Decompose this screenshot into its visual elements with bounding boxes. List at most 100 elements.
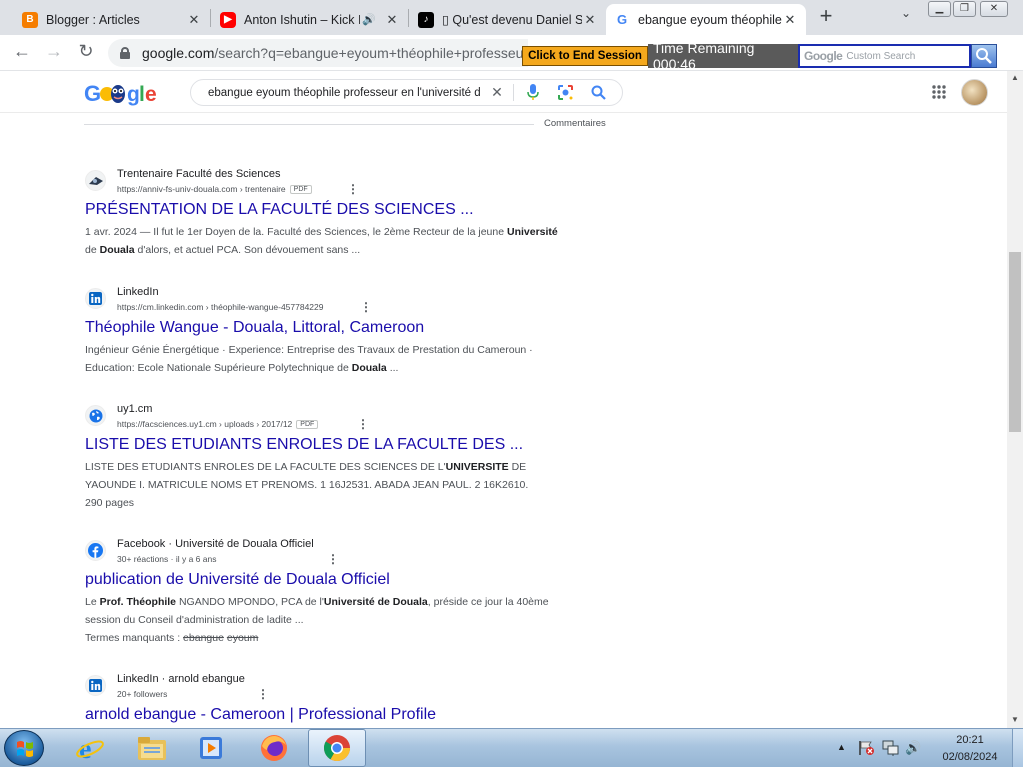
comments-link[interactable]: Commentaires xyxy=(544,118,606,129)
show-hidden-icons-arrow-icon[interactable]: ▲ xyxy=(837,742,846,752)
google-apps-icon[interactable] xyxy=(931,84,947,100)
custom-search-input[interactable]: Google Custom Search xyxy=(798,44,971,68)
reload-icon[interactable]: ↻ xyxy=(72,38,100,64)
pdf-badge: PDF xyxy=(296,420,319,429)
youtube-icon: ▶ xyxy=(220,11,236,28)
more-options-icon[interactable]: ⋮ xyxy=(327,553,339,565)
restore-button[interactable]: ❐ xyxy=(953,1,976,17)
custom-search-placeholder: Custom Search xyxy=(846,50,916,62)
scroll-up-arrow-icon[interactable]: ▲ xyxy=(1007,71,1023,85)
search-icon[interactable] xyxy=(590,84,607,101)
close-icon[interactable]: ✕ xyxy=(582,12,598,28)
result-site-name[interactable]: LinkedIn · arnold ebangue xyxy=(117,673,245,685)
faculty-logo-icon xyxy=(85,170,106,191)
address-bar[interactable]: google.com/search?q=ebangue+eyoum+théoph… xyxy=(108,39,528,67)
taskbar-media-player[interactable] xyxy=(186,730,238,765)
volume-icon[interactable]: 🔊 xyxy=(905,740,921,756)
result-url[interactable]: https://cm.linkedin.com › théophile-wang… xyxy=(117,302,324,312)
result-url-text: https://anniv-fs-univ-douala.com › trent… xyxy=(117,184,286,194)
result-snippet: Ingénieur Génie Énergétique · Experience… xyxy=(85,344,533,374)
result-meta-text: 30+ réactions · il y a 6 ans xyxy=(117,554,217,564)
linkedin-icon xyxy=(85,288,106,309)
pdf-badge: PDF xyxy=(289,185,312,194)
clock-time[interactable]: 20:21 xyxy=(950,734,990,746)
tab-title: ▯ Qu'est devenu Daniel S xyxy=(442,13,582,27)
tab-search-chevron-icon[interactable]: ⌄ xyxy=(895,6,917,28)
result-site-name[interactable]: uy1.cm xyxy=(117,403,152,415)
result-url-text: https://cm.linkedin.com › théophile-wang… xyxy=(117,302,324,312)
clear-search-icon[interactable]: ✕ xyxy=(489,84,505,100)
custom-search-logo: Google xyxy=(804,49,843,63)
tab-separator xyxy=(408,9,409,27)
network-icon[interactable] xyxy=(882,740,900,761)
google-icon: G xyxy=(614,11,630,28)
result-meta: 20+ followers xyxy=(117,689,167,699)
svg-text:l: l xyxy=(139,83,145,106)
start-button[interactable] xyxy=(4,730,44,766)
internet-explorer-icon: e xyxy=(76,734,104,763)
windows-logo-icon xyxy=(17,741,33,757)
custom-search-button[interactable] xyxy=(971,44,997,68)
result-title-link[interactable]: Théophile Wangue - Douala, Littoral, Cam… xyxy=(85,319,424,337)
result-title-link[interactable]: publication de Université de Douala Offi… xyxy=(85,571,390,589)
more-options-icon[interactable]: ⋮ xyxy=(257,688,269,700)
taskbar-chrome[interactable] xyxy=(311,730,363,765)
close-window-button[interactable]: ✕ xyxy=(980,1,1008,17)
google-lens-icon[interactable] xyxy=(557,84,574,101)
scrollbar-thumb[interactable] xyxy=(1009,252,1021,432)
divider-line xyxy=(84,124,534,125)
facebook-icon xyxy=(85,540,106,561)
result-site-name[interactable]: LinkedIn xyxy=(117,286,159,298)
result-meta: 30+ réactions · il y a 6 ans xyxy=(117,554,216,564)
result-snippet: 1 avr. 2024 — Il fut le 1er Doyen de la.… xyxy=(85,226,558,256)
firefox-icon xyxy=(261,734,287,761)
more-options-icon[interactable]: ⋮ xyxy=(357,418,369,430)
search-query-text[interactable]: ebangue eyoum théophile professeur en l'… xyxy=(208,87,483,99)
more-options-icon[interactable]: ⋮ xyxy=(360,301,372,313)
result-snippet: Le Prof. Théophile NGANDO MPONDO, PCA de… xyxy=(85,596,549,644)
close-icon[interactable]: ✕ xyxy=(782,12,798,28)
new-tab-button[interactable]: + xyxy=(812,5,840,29)
svg-text:g: g xyxy=(127,83,140,106)
result-url-text: https://facsciences.uy1.cm › uploads › 2… xyxy=(117,419,293,429)
result-snippet: LISTE DES ETUDIANTS ENROLES DE LA FACULT… xyxy=(85,461,529,509)
microphone-icon[interactable] xyxy=(526,84,540,101)
result-url[interactable]: https://anniv-fs-univ-douala.com › trent… xyxy=(117,184,312,194)
address-url[interactable]: google.com/search?q=ebangue+eyoum+théoph… xyxy=(142,45,528,61)
google-doodle-logo[interactable]: G g l e xyxy=(84,80,158,108)
lock-icon xyxy=(120,47,130,59)
tab-blogger[interactable]: B Blogger : Articles ✕ xyxy=(14,4,210,35)
result-site-name[interactable]: Trentenaire Faculté des Sciences xyxy=(117,168,280,180)
blogger-icon: B xyxy=(22,11,38,28)
tab-title: ebangue eyoum théophile xyxy=(638,12,782,27)
show-desktop-button[interactable] xyxy=(1012,729,1023,767)
result-url[interactable]: https://facsciences.uy1.cm › uploads › 2… xyxy=(117,419,319,429)
taskbar-ie[interactable]: e xyxy=(64,730,116,765)
result-title-link[interactable]: LISTE DES ETUDIANTS ENROLES DE LA FACULT… xyxy=(85,436,523,454)
search-divider xyxy=(513,84,514,101)
tab-youtube[interactable]: ▶ Anton Ishutin – Kick I 🔊 ✕ xyxy=(212,4,408,35)
result-title-link[interactable]: arnold ebangue - Cameroon | Professional… xyxy=(85,706,436,724)
globe-icon xyxy=(85,405,106,426)
account-avatar[interactable] xyxy=(961,79,988,106)
tab-tiktok[interactable]: ♪ ▯ Qu'est devenu Daniel S ✕ xyxy=(410,4,606,35)
speaker-icon[interactable]: 🔊 xyxy=(362,13,376,26)
svg-text:G: G xyxy=(84,81,101,106)
result-site-name[interactable]: Facebook · Université de Douala Officiel xyxy=(117,538,314,550)
taskbar-firefox[interactable] xyxy=(248,730,300,765)
taskbar-explorer[interactable] xyxy=(126,730,178,765)
end-session-button[interactable]: Click to End Session xyxy=(522,46,648,66)
url-path: /search?q=ebangue+eyoum+théophile+profes… xyxy=(214,45,528,61)
forward-arrow-icon[interactable]: → xyxy=(40,38,68,64)
scroll-down-arrow-icon[interactable]: ▼ xyxy=(1007,713,1023,727)
close-icon[interactable]: ✕ xyxy=(186,12,202,28)
action-center-flag-icon[interactable] xyxy=(858,740,876,761)
tiktok-icon: ♪ xyxy=(418,11,434,28)
clock-date[interactable]: 02/08/2024 xyxy=(936,751,1004,763)
more-options-icon[interactable]: ⋮ xyxy=(347,183,359,195)
close-icon[interactable]: ✕ xyxy=(384,12,400,28)
tab-google-search[interactable]: G ebangue eyoum théophile ✕ xyxy=(606,4,806,35)
minimize-button[interactable]: ▁ xyxy=(928,1,951,17)
back-arrow-icon[interactable]: ← xyxy=(8,38,36,64)
result-title-link[interactable]: PRÉSENTATION DE LA FACULTÉ DES SCIENCES … xyxy=(85,201,474,219)
